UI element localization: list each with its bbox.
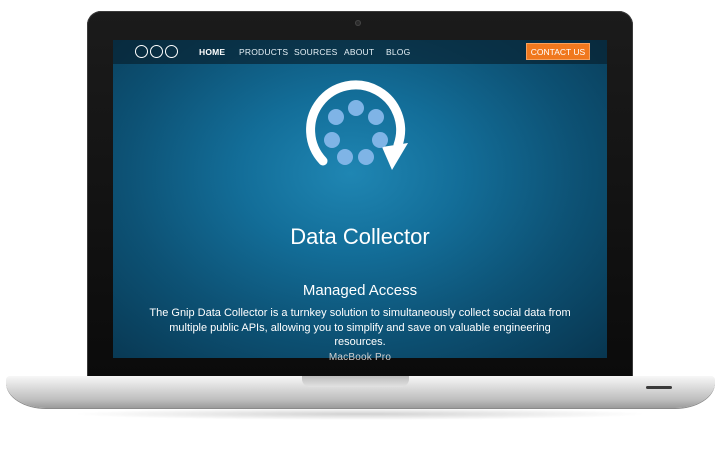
nav-item-blog[interactable]: BLOG [386, 47, 410, 57]
nav-item-products[interactable]: PRODUCTS [239, 47, 288, 57]
laptop-base [6, 376, 715, 408]
nav-item-sources[interactable]: SOURCES [294, 47, 337, 57]
contact-us-button[interactable]: CONTACT US [526, 43, 590, 60]
nav-item-about[interactable]: ABOUT [344, 47, 374, 57]
camera-icon [355, 20, 361, 26]
nav-item-home[interactable]: HOME [199, 47, 225, 57]
laptop-shadow [70, 408, 650, 420]
laptop-mockup: HOME PRODUCTS SOURCES ABOUT BLOG CONTACT… [0, 0, 721, 454]
laptop-lid: HOME PRODUCTS SOURCES ABOUT BLOG CONTACT… [87, 11, 633, 377]
top-navbar: HOME PRODUCTS SOURCES ABOUT BLOG CONTACT… [113, 40, 607, 64]
sleep-indicator-icon [646, 386, 672, 389]
circular-refresh-dots-icon [306, 80, 408, 170]
description-text: The Gnip Data Collector is a turnkey sol… [149, 307, 571, 348]
device-brand-label: MacBook Pro [328, 352, 392, 363]
section-subtitle: Managed Access [302, 282, 418, 299]
lid-opening-notch [302, 376, 409, 387]
three-circles-logo-icon[interactable] [135, 45, 179, 59]
website-screen: HOME PRODUCTS SOURCES ABOUT BLOG CONTACT… [113, 40, 607, 358]
page-title: Data Collector [290, 224, 430, 249]
